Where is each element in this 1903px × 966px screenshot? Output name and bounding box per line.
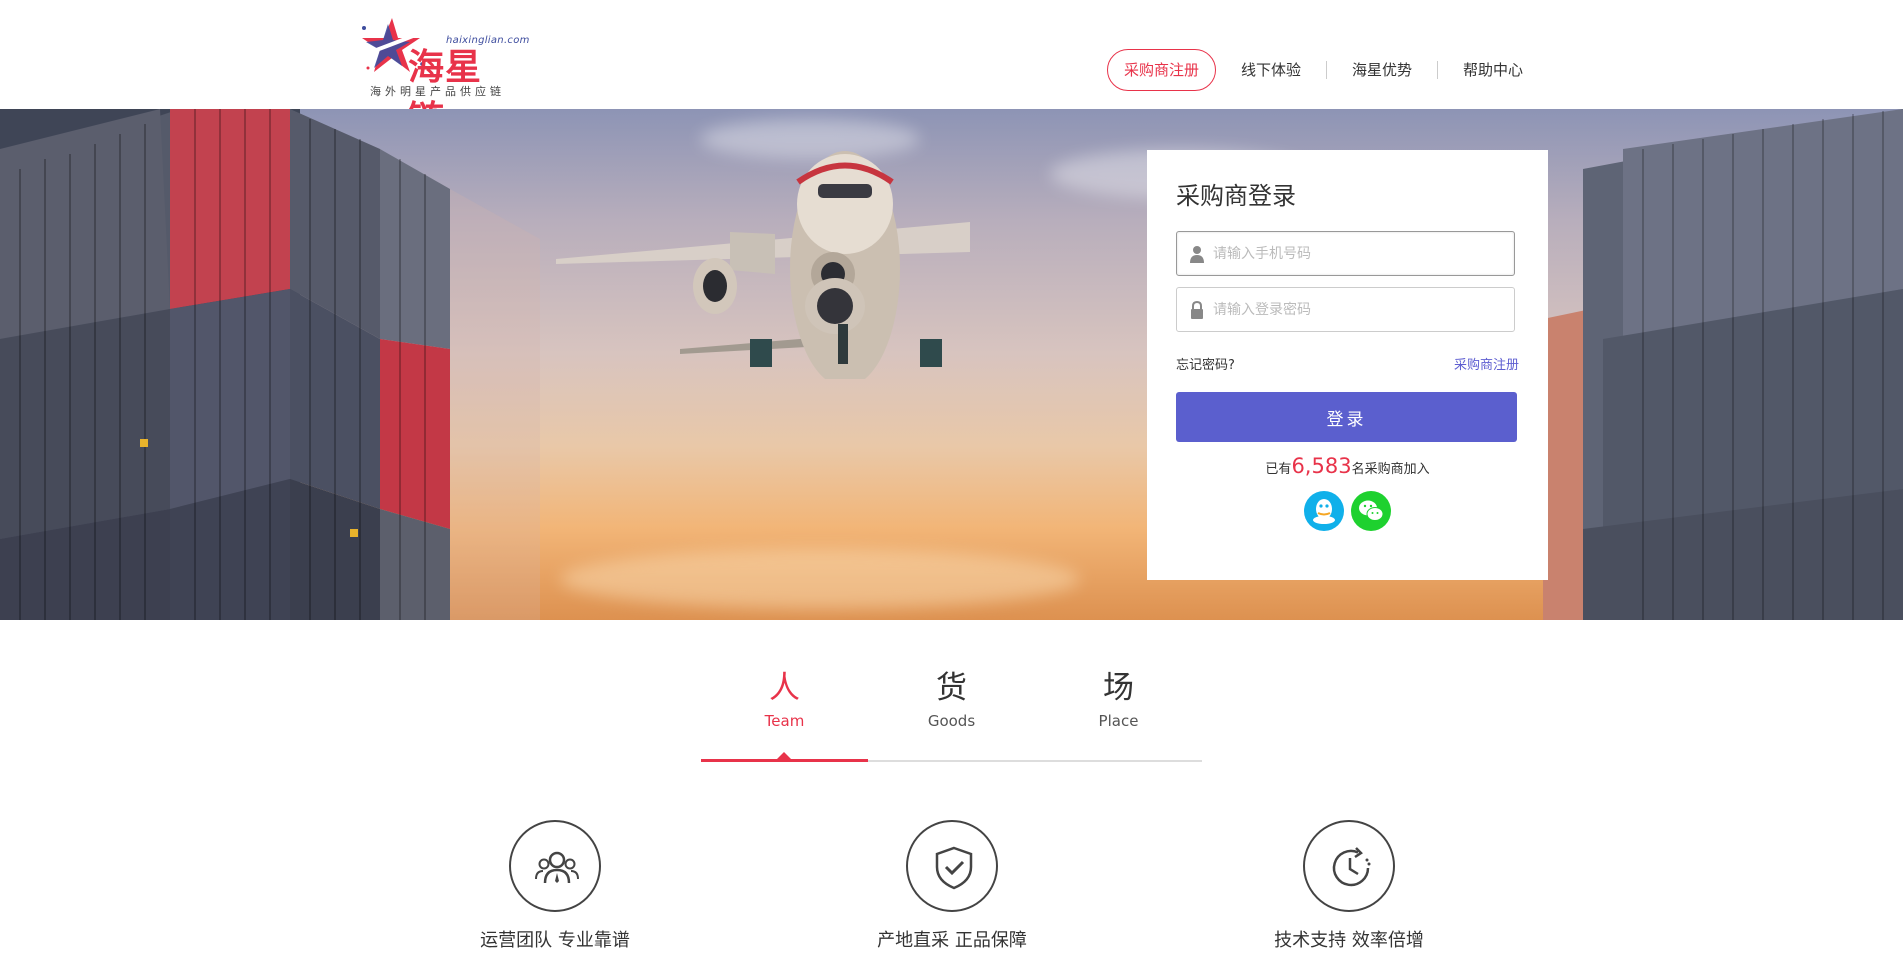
tab-team-en: Team [764,712,805,730]
nav-item-help[interactable]: 帮助中心 [1436,61,1548,79]
login-button[interactable]: 登录 [1176,392,1517,442]
login-title: 采购商登录 [1176,182,1296,210]
tab-goods-cn: 货 [936,670,967,706]
login-panel: 采购商登录 忘记密码? 采购商注册 登录 已有6,583名采购商加入 [1147,150,1548,580]
tab-place[interactable]: 场 Place [1035,668,1202,730]
feature-team: 运营团队 专业靠谱 [435,820,675,952]
hero-banner: 采购商登录 忘记密码? 采购商注册 登录 已有6,583名采购商加入 [0,109,1903,620]
containers-left-image [0,109,540,620]
tab-goods[interactable]: 货 Goods [868,668,1035,730]
tab-team-cn: 人 [769,670,800,706]
main-nav: 采购商注册 线下体验 海星优势 帮助中心 [1106,49,1548,91]
tab-team[interactable]: 人 Team [701,668,868,730]
team-icon [535,851,579,884]
user-icon [1190,246,1204,263]
tab-goods-en: Goods [927,712,976,730]
site-logo[interactable]: haixinglian.com 海星链 海外明星产品供应链 [358,12,529,140]
register-link[interactable]: 采购商注册 [1454,354,1519,373]
count-prefix: 已有 [1265,462,1292,477]
nav-item-offline[interactable]: 线下体验 [1216,61,1326,79]
feature-authentic-label: 产地直采 正品保障 [877,930,1027,951]
nav-item-register[interactable]: 采购商注册 [1106,49,1216,91]
site-header: haixinglian.com 海星链 海外明星产品供应链 采购商注册 线下体验… [0,0,1903,140]
feature-tech: 技术支持 效率倍增 [1229,820,1469,952]
feature-team-label: 运营团队 专业靠谱 [480,930,630,951]
phone-field [1176,231,1515,276]
feature-tech-circle [1303,820,1395,912]
tab-place-en: Place [1098,712,1139,730]
qq-icon [1313,499,1335,524]
password-input[interactable] [1213,288,1508,331]
wechat-login-button[interactable] [1351,491,1391,531]
logo-slogan: 海外明星产品供应链 [370,85,505,98]
qq-login-button[interactable] [1304,491,1344,531]
tab-caret-icon [776,752,792,760]
clock-icon [1332,847,1371,887]
nav-item-advantage[interactable]: 海星优势 [1325,61,1437,79]
shield-check-icon [935,846,973,890]
password-field [1176,287,1515,332]
buyer-count: 已有6,583名采购商加入 [1147,454,1548,478]
containers-right-image [1543,109,1903,620]
airplane-image [556,151,970,379]
feature-authentic: 产地直采 正品保障 [832,820,1072,952]
tab-place-cn: 场 [1103,670,1134,706]
forgot-password-link[interactable]: 忘记密码? [1176,354,1235,373]
lock-icon [1191,301,1203,319]
count-suffix: 名采购商加入 [1351,462,1430,477]
count-value: 6,583 [1291,454,1352,478]
feature-authentic-circle [906,820,998,912]
cloud [560,549,1080,609]
wechat-icon [1359,500,1384,521]
phone-input[interactable] [1213,232,1508,275]
feature-team-circle [509,820,601,912]
category-tabs: 人 Team 货 Goods 场 Place [701,668,1202,763]
feature-tech-label: 技术支持 效率倍增 [1274,930,1424,951]
